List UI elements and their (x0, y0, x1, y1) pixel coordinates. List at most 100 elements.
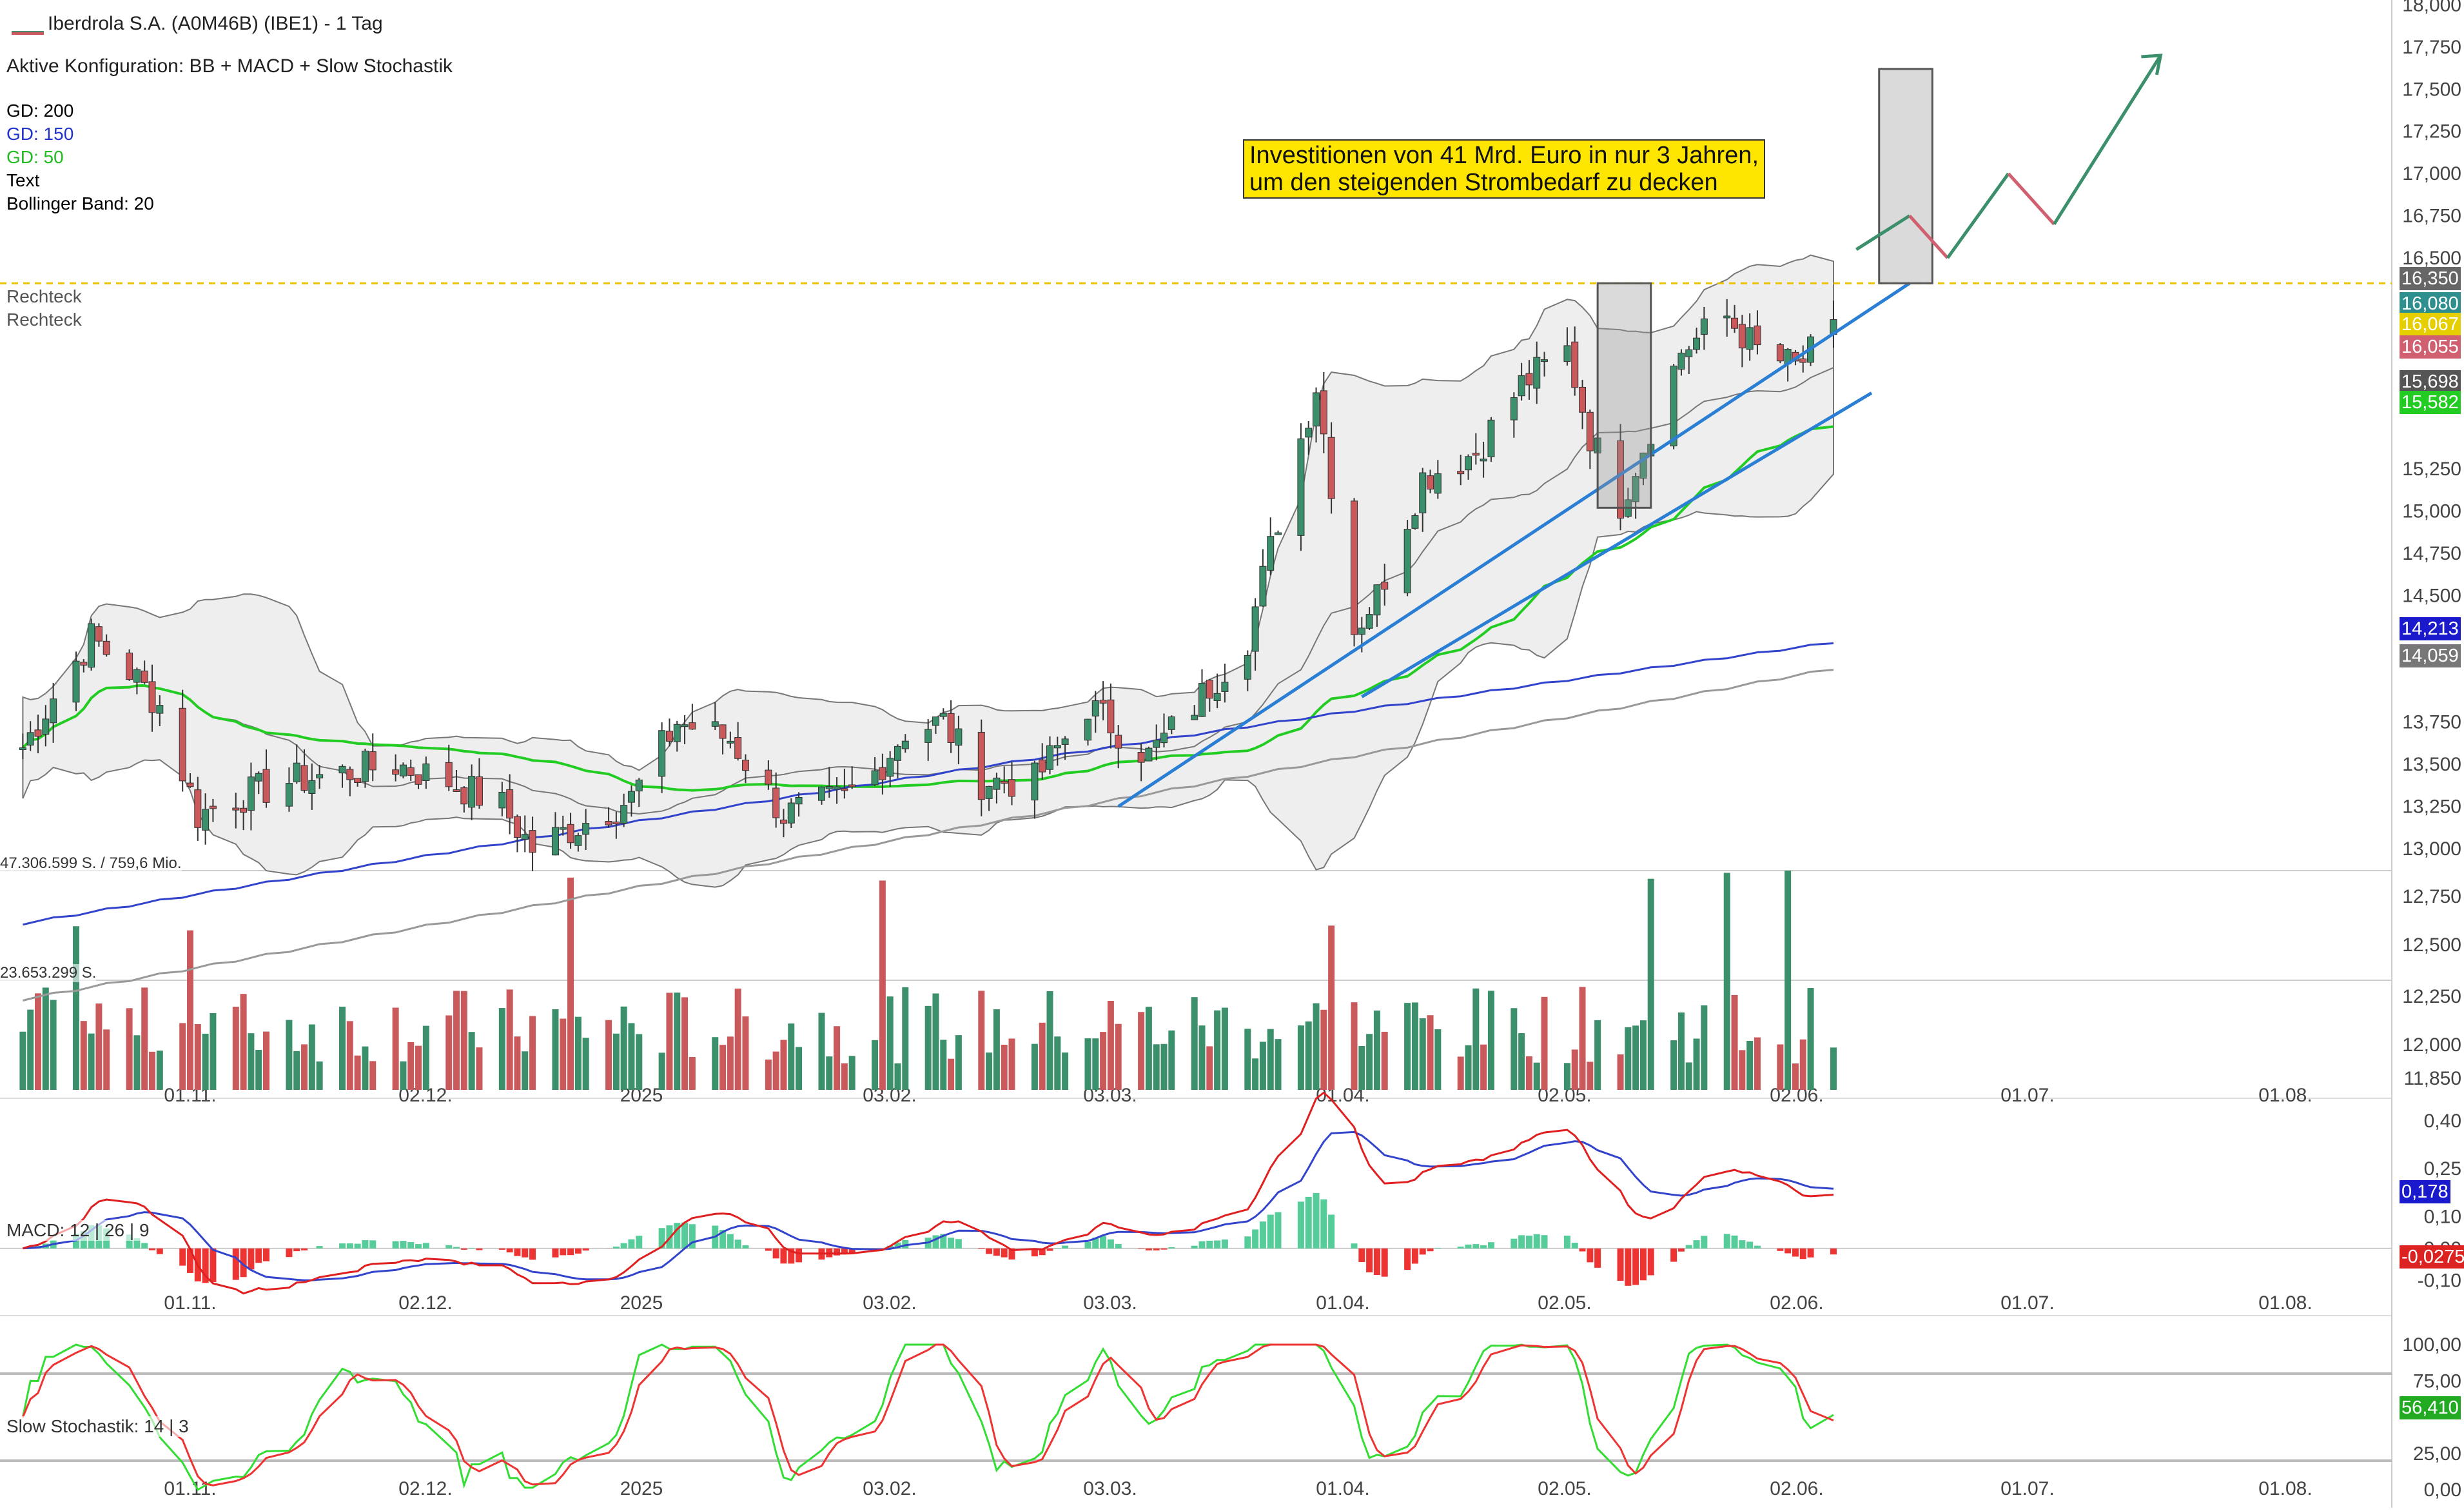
candle-body (133, 669, 140, 682)
volume-bar (1465, 1045, 1472, 1090)
stoch-label[interactable]: Slow Stochastik: 14 | 3 (6, 1416, 189, 1437)
macd-histogram-bar (248, 1249, 254, 1270)
macd-histogram-bar (415, 1244, 422, 1249)
volume-bar (1267, 1029, 1274, 1090)
date-tick-label: 02.12. (398, 1292, 452, 1314)
volume-bar (1161, 1044, 1168, 1090)
price-tick-label: 13,250 (2402, 796, 2461, 818)
candle-body (1739, 324, 1745, 348)
candle-body (719, 725, 726, 738)
candle-body (628, 791, 634, 802)
volume-bar (1100, 1032, 1106, 1090)
macd-histogram-bar (301, 1249, 308, 1250)
volume-bar (826, 1056, 832, 1090)
candle-body (613, 822, 620, 824)
candle-body (796, 797, 802, 804)
volume-bar (149, 1052, 155, 1090)
legend-rectangle-2[interactable]: Rechteck (6, 310, 82, 330)
rectangle-drawing-2 (1879, 69, 1933, 283)
volume-bar (552, 1009, 558, 1090)
legend-ma200[interactable]: GD: 200 (6, 101, 73, 121)
candle-body (1161, 733, 1168, 743)
projection-segment (2054, 55, 2160, 224)
bollinger-band (23, 255, 1833, 887)
macd-histogram-bar (1366, 1249, 1373, 1272)
volume-bar (902, 987, 908, 1090)
legend-ma150[interactable]: GD: 150 (6, 124, 73, 144)
volume-bar (742, 1016, 748, 1090)
macd-histogram-bar (1199, 1241, 1206, 1249)
candle-body (1472, 453, 1479, 455)
candle-body (309, 780, 315, 793)
candle-body (560, 827, 566, 829)
legend-bollinger[interactable]: Bollinger Band: 20 (6, 193, 154, 214)
date-tick-label: 02.06. (1770, 1478, 1823, 1499)
legend-ma50[interactable]: GD: 50 (6, 147, 64, 168)
volume-bar (1701, 1005, 1707, 1090)
candle-body (415, 775, 422, 784)
macd-histogram-bar (1534, 1234, 1540, 1249)
candle-body (605, 821, 612, 825)
rectangle-drawing-1 (1598, 283, 1651, 508)
volume-bar (1313, 1003, 1320, 1090)
volume-bar (369, 1061, 376, 1090)
price-tick-label: 17,750 (2402, 37, 2461, 58)
macd-histogram-bar (233, 1249, 239, 1280)
macd-histogram-bar (1382, 1249, 1388, 1277)
date-tick-label: 01.08. (2258, 1478, 2312, 1499)
macd-histogram-bar (1800, 1249, 1806, 1259)
candle-body (1777, 344, 1783, 360)
macd-histogram-bar (636, 1236, 642, 1249)
volume-bar (522, 1051, 528, 1090)
stoch-tick-label: 25,00 (2413, 1443, 2461, 1465)
volume-bar (507, 989, 513, 1090)
volume-bar (1518, 1033, 1525, 1090)
macd-histogram-bar (560, 1249, 566, 1256)
volume-bar (1412, 1002, 1418, 1090)
volume-bar (1526, 1056, 1532, 1090)
legend-rectangle-1[interactable]: Rechteck (6, 286, 82, 307)
volume-bar (1298, 1025, 1304, 1090)
macd-label[interactable]: MACD: 12 | 26 | 9 (6, 1220, 150, 1241)
macd-histogram-bar (514, 1249, 520, 1256)
volume-bar (1054, 1036, 1061, 1090)
macd-histogram-bar (507, 1249, 513, 1252)
candle-body (476, 777, 482, 805)
candle-body (1678, 353, 1685, 369)
candle-body (872, 771, 878, 785)
volume-bar (1358, 1046, 1365, 1090)
candle-body (202, 809, 209, 830)
legend-text[interactable]: Text (6, 170, 39, 191)
macd-histogram-bar (727, 1234, 734, 1249)
volume-bar (1472, 989, 1479, 1090)
candle-body (301, 765, 308, 791)
date-tick-label: 2025 (620, 1478, 663, 1499)
candle-body (834, 787, 840, 789)
candle-body (362, 751, 368, 782)
macd-histogram-bar (773, 1249, 779, 1259)
candle-body (339, 766, 346, 773)
candle-body (1670, 366, 1677, 446)
macd-histogram-bar (522, 1249, 528, 1258)
volume-bar (1244, 1029, 1251, 1090)
annotation-box[interactable]: Investitionen von 41 Mrd. Euro in nur 3 … (1243, 139, 1765, 199)
volume-bar (529, 1016, 536, 1090)
macd-histogram-bar (1108, 1239, 1114, 1249)
candle-body (826, 786, 832, 789)
volume-bar (1541, 997, 1548, 1090)
macd-histogram-bar (1427, 1249, 1434, 1251)
macd-histogram-bar (423, 1243, 429, 1248)
macd-histogram-bar (1161, 1249, 1168, 1250)
macd-histogram-bar (499, 1249, 505, 1250)
volume-max-label: 47.306.599 S. / 759,6 Mio. (0, 854, 182, 873)
candle-body (1313, 393, 1320, 426)
volume-bar (499, 1008, 505, 1090)
macd-histogram-bar (1358, 1249, 1365, 1262)
date-tick-label: 02.05. (1538, 1292, 1591, 1314)
date-tick-label: 03.03. (1083, 1292, 1137, 1314)
macd-histogram-bar (1618, 1249, 1624, 1281)
volume-bar (423, 1026, 429, 1090)
candle-body (126, 653, 133, 679)
volume-bar (925, 1006, 932, 1090)
volume-bar (780, 1040, 787, 1090)
